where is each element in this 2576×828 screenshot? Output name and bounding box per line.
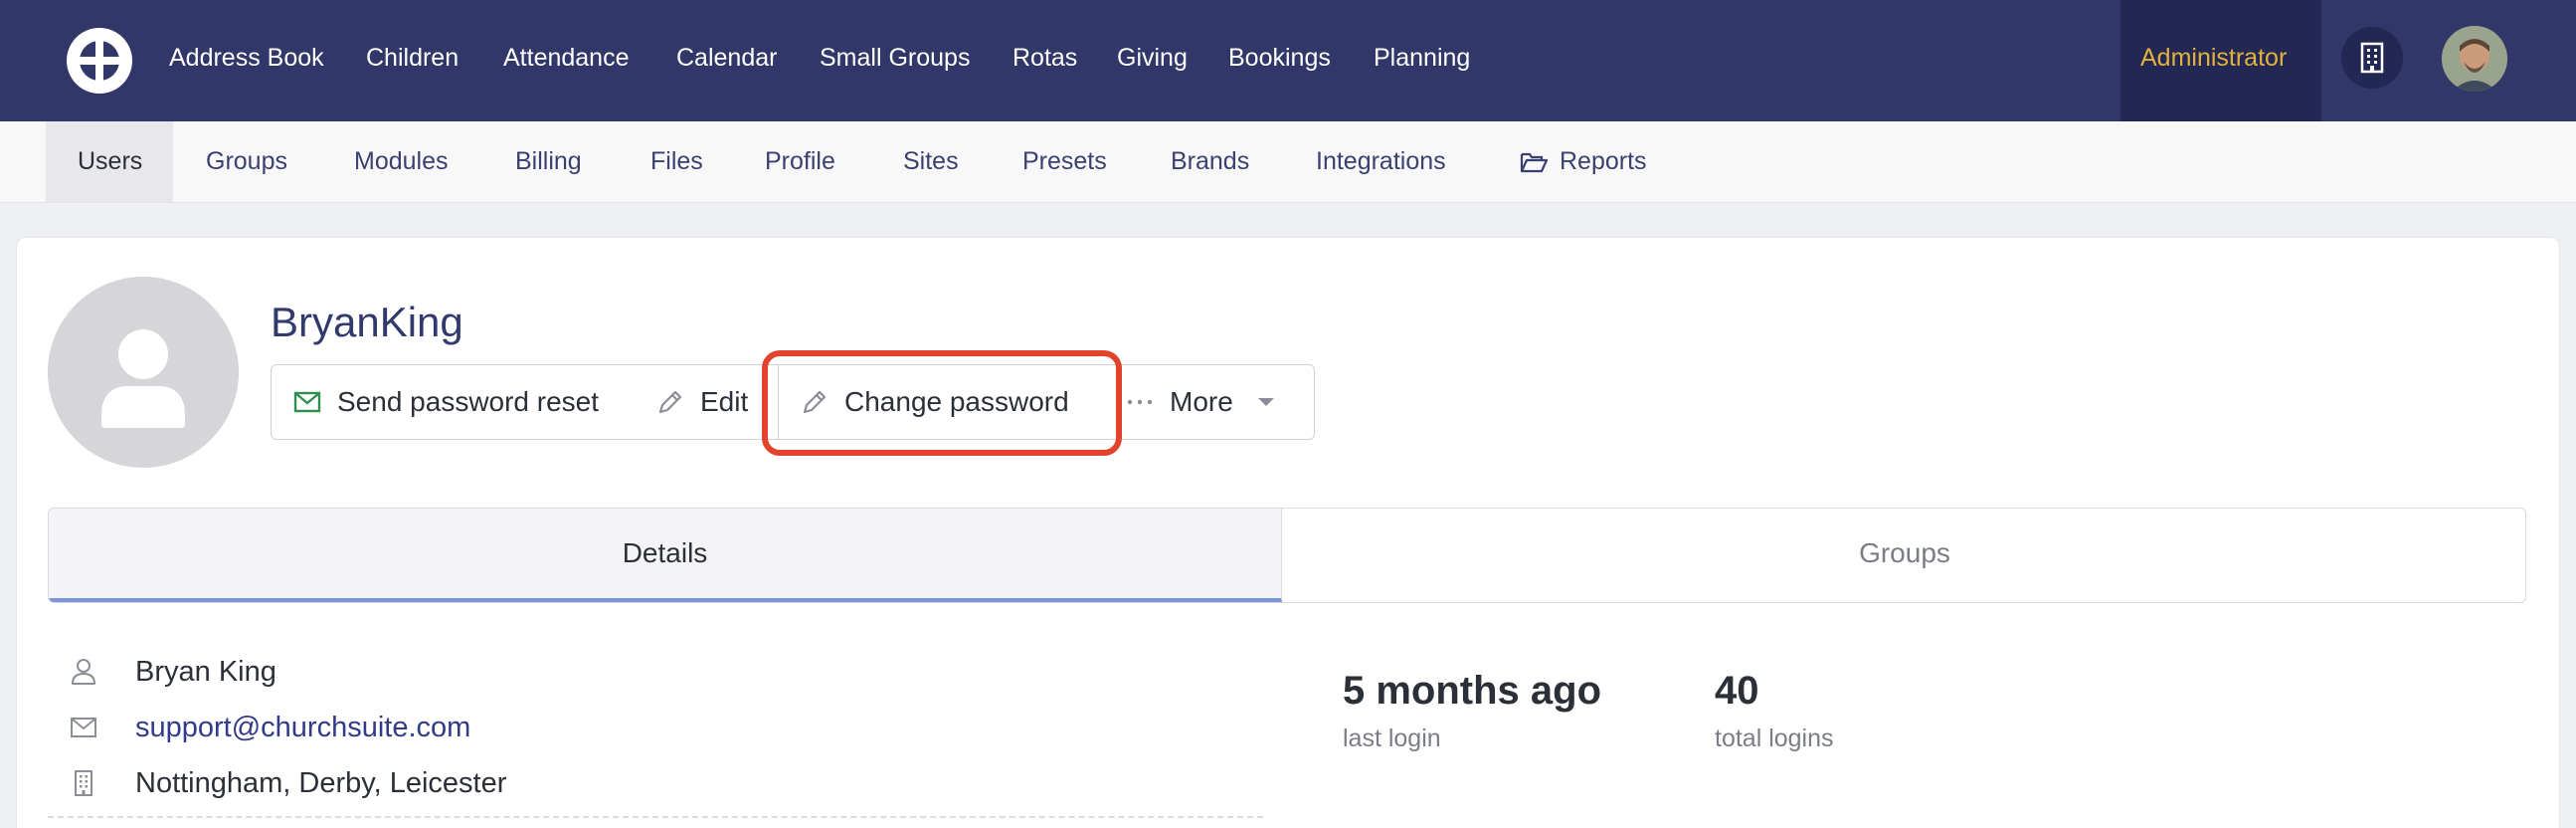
subnav-users[interactable]: Users	[78, 121, 142, 201]
last-login-value: 5 months ago	[1343, 669, 1602, 713]
administrator-link[interactable]: Administrator	[2140, 0, 2287, 115]
edit-button[interactable]: Edit	[635, 364, 782, 440]
total-logins-value: 40	[1715, 669, 1759, 713]
envelope-icon	[71, 718, 96, 737]
person-placeholder-icon	[101, 329, 185, 428]
user-tabs: Details Groups	[48, 508, 2526, 603]
caret-down-icon	[1257, 398, 1274, 406]
detail-email: support@churchsuite.com	[64, 708, 470, 747]
tab-details[interactable]: Details	[49, 509, 1282, 602]
user-placeholder-avatar	[48, 277, 239, 468]
user-name-heading: BryanKing	[271, 299, 463, 345]
change-password-button[interactable]: Change password	[778, 364, 1106, 440]
detail-full-name: Bryan King	[64, 652, 276, 692]
nav-calendar[interactable]: Calendar	[676, 0, 777, 115]
nav-attendance[interactable]: Attendance	[503, 0, 630, 115]
app-logo-icon[interactable]	[65, 26, 134, 96]
sites-value: Nottingham, Derby, Leicester	[135, 766, 507, 799]
subnav-profile[interactable]: Profile	[765, 121, 835, 201]
nav-bookings[interactable]: Bookings	[1228, 0, 1331, 115]
nav-planning[interactable]: Planning	[1374, 0, 1470, 115]
building-icon	[2360, 42, 2384, 74]
send-password-reset-label: Send password reset	[337, 386, 600, 417]
envelope-icon	[293, 391, 321, 413]
details-divider	[48, 816, 1263, 818]
subnav-billing[interactable]: Billing	[515, 121, 582, 201]
ellipsis-icon	[1127, 399, 1153, 405]
full-name-value: Bryan King	[135, 655, 276, 688]
total-logins-label: total logins	[1715, 724, 1834, 752]
nav-small-groups[interactable]: Small Groups	[820, 0, 970, 115]
building-icon	[75, 770, 92, 796]
folder-open-icon	[1520, 153, 1549, 173]
nav-rotas[interactable]: Rotas	[1012, 0, 1077, 115]
nav-address-book[interactable]: Address Book	[169, 0, 324, 115]
top-navigation-bar: Address Book Children Attendance Calenda…	[0, 0, 2576, 121]
tab-groups[interactable]: Groups	[1282, 509, 2525, 602]
more-dropdown-button[interactable]: More	[1104, 364, 1315, 440]
nav-children[interactable]: Children	[366, 0, 459, 115]
subnav-reports-label: Reports	[1560, 147, 1647, 175]
subnav-integrations[interactable]: Integrations	[1316, 121, 1446, 201]
subnav-files[interactable]: Files	[650, 121, 703, 201]
user-photo	[2442, 26, 2507, 92]
subnav-sites[interactable]: Sites	[903, 121, 959, 201]
organisation-button[interactable]	[2341, 27, 2403, 89]
user-avatar[interactable]	[2442, 26, 2507, 92]
subnav-presets[interactable]: Presets	[1022, 121, 1107, 201]
subnav-reports[interactable]: Reports	[1520, 121, 1647, 201]
subnav-groups[interactable]: Groups	[206, 121, 287, 201]
settings-subnav: Users Groups Modules Billing Files Profi…	[0, 121, 2576, 203]
user-icon	[72, 659, 95, 685]
change-password-label: Change password	[844, 386, 1069, 417]
nav-giving[interactable]: Giving	[1117, 0, 1188, 115]
subnav-brands[interactable]: Brands	[1171, 121, 1249, 201]
subnav-modules[interactable]: Modules	[354, 121, 449, 201]
edit-label: Edit	[700, 386, 749, 417]
last-login-label: last login	[1343, 724, 1441, 752]
send-password-reset-button[interactable]: Send password reset	[271, 364, 637, 440]
more-label: More	[1170, 386, 1233, 417]
detail-sites: Nottingham, Derby, Leicester	[64, 763, 506, 803]
pencil-icon	[803, 390, 827, 414]
pencil-icon	[658, 390, 682, 414]
user-action-buttons: Send password reset Edit Change password…	[271, 364, 1315, 440]
email-link[interactable]: support@churchsuite.com	[135, 712, 470, 744]
